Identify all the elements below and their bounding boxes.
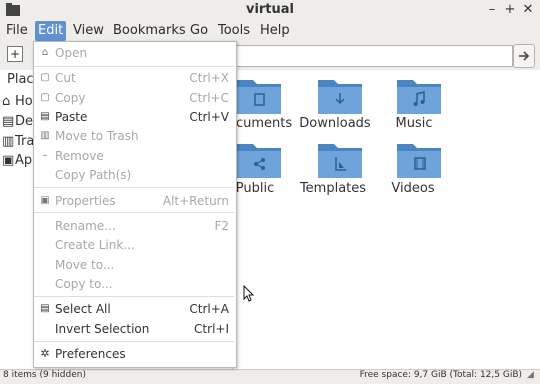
shortcut-rename: F2 — [214, 219, 229, 233]
status-free-space: Free space: 9,7 GiB (Total: 12,5 GiB) — [359, 370, 522, 380]
select-all-icon: ▤ — [40, 303, 50, 314]
folder-label-music: Music — [395, 116, 433, 131]
shortcut-paste: Ctrl+V — [189, 110, 229, 124]
shortcut-properties: Alt+Return — [162, 194, 229, 208]
menu-bookmarks[interactable]: Bookmarks — [110, 21, 189, 41]
sidebar-item-trash[interactable]: ▥Tra — [2, 134, 34, 149]
menu-item-properties[interactable]: Properties — [55, 194, 116, 208]
remove-icon: – — [42, 150, 48, 161]
templates-folder-icon[interactable] — [316, 140, 364, 180]
resize-grip-icon[interactable]: ◢ — [527, 371, 536, 380]
maximize-button[interactable]: + — [502, 1, 518, 18]
downloads-folder-icon[interactable] — [316, 76, 364, 116]
applications-icon: ▣ — [2, 153, 15, 168]
minimize-button[interactable]: – — [484, 1, 500, 18]
cut-icon: ▢ — [40, 72, 50, 83]
menu-item-preferences[interactable]: Preferences — [55, 347, 126, 361]
menu-item-move-to-trash[interactable]: Move to Trash — [55, 129, 139, 143]
trash-menu-icon: ▥ — [40, 130, 50, 141]
window-title: virtual — [245, 2, 295, 17]
menu-item-paste[interactable]: Paste — [55, 110, 87, 124]
shortcut-invert-selection: Ctrl+I — [194, 322, 229, 336]
new-tab-icon[interactable]: + — [7, 46, 23, 62]
menu-separator — [34, 341, 234, 342]
videos-folder-icon[interactable] — [395, 140, 443, 180]
menu-separator — [34, 187, 234, 188]
menu-help[interactable]: Help — [257, 21, 293, 41]
mouse-cursor-icon — [243, 285, 255, 302]
properties-icon: ▣ — [40, 195, 50, 206]
sidebar-item-applications[interactable]: ▣Ap — [2, 153, 32, 168]
music-folder-icon[interactable] — [395, 76, 443, 116]
open-icon: ⌂ — [41, 47, 49, 58]
menu-tools[interactable]: Tools — [215, 21, 253, 41]
copy-icon: ▢ — [40, 92, 50, 103]
trash-icon: ▥ — [2, 134, 15, 149]
gear-icon: ✲ — [40, 347, 50, 360]
close-button[interactable]: ✕ — [520, 1, 536, 18]
arrow-right-icon — [519, 51, 530, 61]
shortcut-select-all: Ctrl+A — [189, 302, 229, 316]
go-button[interactable] — [513, 44, 535, 68]
shortcut-cut: Ctrl+X — [189, 71, 229, 85]
folder-label-downloads: Downloads — [299, 116, 371, 131]
sidebar-item-desktop[interactable]: ▤De — [2, 114, 33, 129]
status-item-count: 8 items (9 hidden) — [3, 370, 86, 380]
menu-item-copy[interactable]: Copy — [55, 91, 85, 105]
menu-item-open[interactable]: Open — [55, 46, 87, 60]
menu-file[interactable]: File — [3, 21, 31, 41]
folder-label-templates: Templates — [299, 181, 367, 196]
menu-edit[interactable]: Edit — [35, 21, 67, 41]
menu-item-remove[interactable]: Remove — [55, 149, 104, 163]
path-bar[interactable] — [230, 45, 513, 67]
sidebar-item-home[interactable]: ⌂ Ho — [2, 94, 33, 109]
shortcut-copy: Ctrl+C — [189, 91, 229, 105]
menu-item-move-to[interactable]: Move to... — [55, 258, 114, 272]
menu-item-cut[interactable]: Cut — [55, 71, 76, 85]
menu-separator — [34, 66, 234, 67]
menu-item-create-link[interactable]: Create Link... — [55, 238, 135, 252]
menu-go[interactable]: Go — [187, 21, 211, 41]
documents-folder-icon[interactable] — [235, 76, 283, 116]
menu-separator — [34, 212, 234, 213]
menu-item-rename[interactable]: Rename... — [55, 219, 116, 233]
paste-icon: ▤ — [40, 111, 50, 122]
menu-item-copy-to[interactable]: Copy to... — [55, 277, 113, 291]
folder-label-videos: Videos — [391, 181, 435, 196]
desktop-icon: ▤ — [2, 114, 15, 129]
menu-item-select-all[interactable]: Select All — [55, 302, 111, 316]
menu-view[interactable]: View — [70, 21, 107, 41]
home-icon: ⌂ — [2, 94, 11, 109]
public-folder-icon[interactable] — [235, 140, 283, 180]
menu-separator — [34, 296, 234, 297]
menu-item-copy-paths[interactable]: Copy Path(s) — [55, 168, 131, 182]
